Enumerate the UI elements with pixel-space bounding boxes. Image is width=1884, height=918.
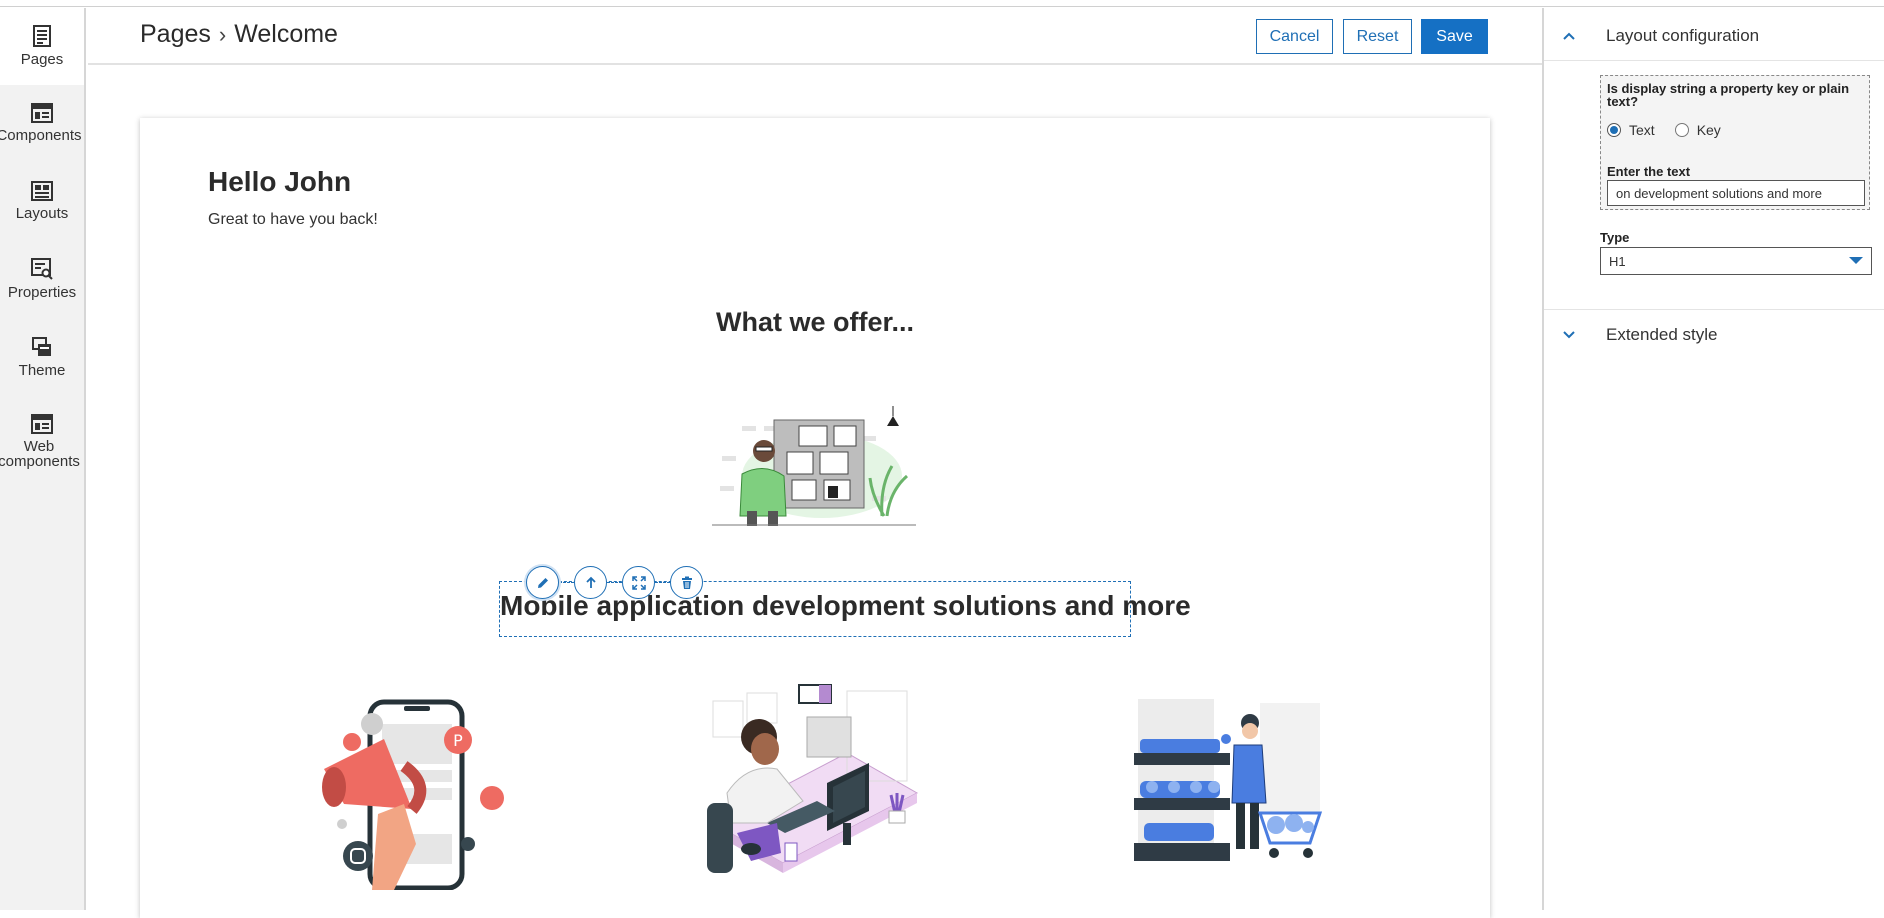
edit-button[interactable] (526, 566, 559, 599)
display-string-question: Is display string a property key or plai… (1607, 81, 1850, 109)
key-radio[interactable] (1674, 123, 1689, 137)
extended-style-accordion[interactable]: Extended style (1544, 309, 1884, 359)
chevron-up-icon (1563, 32, 1575, 40)
move-up-button[interactable] (574, 566, 607, 599)
type-select-value: H1 (1609, 254, 1626, 269)
chevron-down-icon (1563, 330, 1575, 338)
display-text-input[interactable] (1607, 180, 1865, 206)
arrow-up-icon (585, 576, 596, 588)
pages-icon (33, 25, 51, 47)
top-border (0, 0, 1884, 7)
breadcrumb-root[interactable]: Pages (140, 20, 211, 49)
rail-item-properties[interactable]: Properties (0, 241, 84, 318)
rail-item-label: Layouts (15, 205, 69, 222)
save-button[interactable]: Save (1421, 19, 1488, 54)
key-radio-label[interactable]: Key (1697, 122, 1721, 138)
greeting-subtitle[interactable]: Great to have you back! (208, 211, 378, 229)
toolbar-connector (607, 582, 622, 583)
cancel-button[interactable]: Cancel (1256, 19, 1333, 54)
rail-item-web-components[interactable]: Web components (0, 397, 84, 487)
accordion-title: Layout configuration (1606, 25, 1760, 45)
theme-icon (32, 337, 51, 356)
display-string-radio-group: Text Key (1607, 122, 1741, 138)
trash-icon (681, 576, 692, 589)
enter-text-label: Enter the text (1607, 164, 1691, 179)
type-label: Type (1600, 230, 1630, 245)
expand-icon (631, 575, 646, 590)
toolbar-connector (559, 582, 574, 583)
editor-canvas: Hello John Great to have you back! What … (88, 67, 1542, 918)
greeting-heading[interactable]: Hello John (208, 166, 351, 198)
retail-store-illustration[interactable] (1130, 693, 1330, 865)
rail-item-label: Properties (7, 284, 77, 301)
accordion-title: Extended style (1606, 324, 1718, 344)
left-rail: Pages Components Layouts Properties Them… (0, 8, 86, 910)
page-preview-card: Hello John Great to have you back! What … (140, 118, 1490, 918)
rail-item-layouts[interactable]: Layouts (0, 164, 84, 241)
delete-button[interactable] (670, 566, 703, 599)
developer-desk-illustration[interactable] (707, 683, 919, 899)
breadcrumb-current: Welcome (234, 20, 338, 48)
pencil-icon (537, 577, 548, 588)
layout-configuration-accordion[interactable]: Layout configuration (1544, 11, 1884, 61)
web-components-icon (31, 414, 53, 434)
toolbar-connector (655, 582, 670, 583)
rail-item-label: Theme (18, 362, 66, 379)
display-string-group: Is display string a property key or plai… (1600, 75, 1870, 210)
caret-down-icon (1849, 257, 1863, 264)
rail-item-components[interactable]: Components (0, 86, 84, 163)
type-select[interactable]: H1 (1600, 247, 1872, 275)
rail-item-label: Web components (0, 438, 80, 470)
gallery-illustration[interactable] (712, 396, 916, 526)
text-radio[interactable] (1607, 123, 1621, 137)
components-icon (31, 103, 53, 123)
properties-icon (31, 258, 53, 280)
offer-heading[interactable]: What we offer... (140, 307, 1490, 338)
reset-button[interactable]: Reset (1343, 19, 1412, 54)
expand-button[interactable] (622, 566, 655, 599)
rail-item-theme[interactable]: Theme (0, 319, 84, 396)
rail-item-label: Pages (20, 51, 64, 68)
rail-item-pages[interactable]: Pages (0, 8, 84, 85)
properties-panel: Layout configuration Is display string a… (1542, 8, 1884, 910)
megaphone-phone-illustration[interactable]: P (308, 684, 510, 890)
svg-text:P: P (453, 731, 463, 750)
layouts-icon (31, 181, 53, 201)
breadcrumb: Pages › Welcome (140, 20, 338, 49)
breadcrumb-separator-icon: › (218, 21, 227, 47)
rail-item-label: Components (0, 127, 82, 144)
page-header: Pages › Welcome Cancel Reset Save (88, 8, 1542, 65)
text-radio-label[interactable]: Text (1629, 122, 1655, 138)
